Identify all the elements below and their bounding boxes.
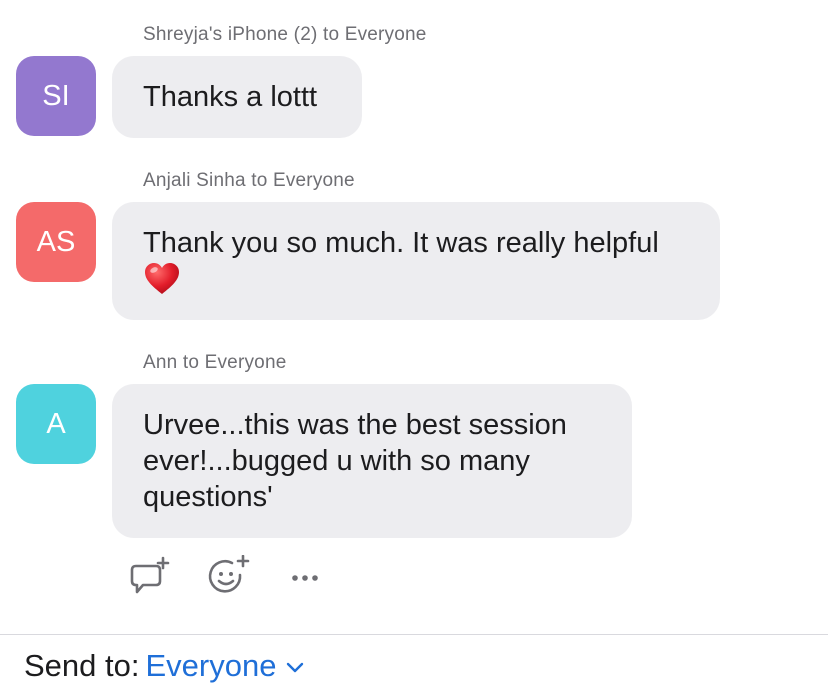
avatar-initials: A [46,407,66,440]
add-reaction-icon[interactable] [206,554,254,604]
send-to-dropdown[interactable]: Everyone [145,648,304,684]
avatar-initials: AS [36,225,76,258]
message-bubble[interactable]: Urvee...this was the best session ever!.… [112,384,632,538]
message-text: Thanks a lottt [143,81,318,113]
chevron-down-icon [287,662,304,673]
avatar[interactable]: A [16,384,96,464]
send-to-bar: Send to: Everyone [24,646,304,686]
reply-add-icon[interactable] [126,555,174,604]
message-text: Thank you so much. It was really helpful [143,227,659,259]
more-icon[interactable] [288,555,328,604]
message-text: Urvee...this was the best session ever!.… [143,409,567,513]
message-sender: Shreyja's iPhone (2) to Everyone [143,24,427,45]
heart-emoji [143,261,689,297]
avatar[interactable]: SI [16,56,96,136]
message-bubble[interactable]: Thanks a lottt [112,56,362,138]
divider [0,634,828,635]
avatar[interactable]: AS [16,202,96,282]
heart-icon [145,263,179,294]
avatar-initials: SI [42,79,70,112]
chat-panel: Shreyja's iPhone (2) to Everyone SI Than… [0,0,828,700]
message-bubble[interactable]: Thank you so much. It was really helpful [112,202,720,320]
message-sender: Ann to Everyone [143,352,287,373]
message-sender: Anjali Sinha to Everyone [143,170,355,191]
send-to-target: Everyone [145,648,277,683]
send-to-label: Send to: [24,648,140,683]
